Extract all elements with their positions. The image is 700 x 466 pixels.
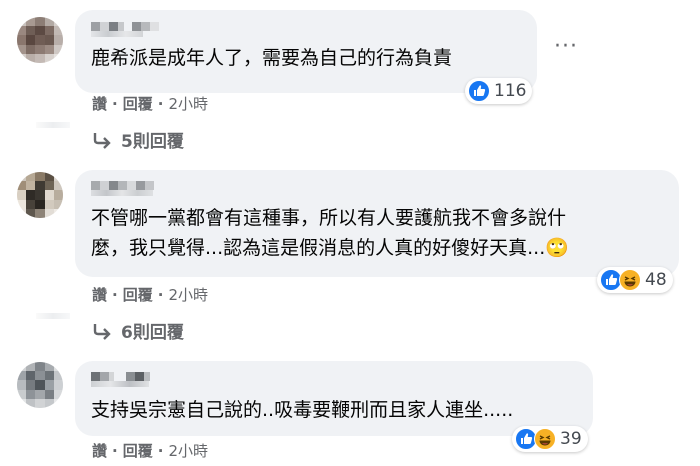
like-link[interactable]: 讚 <box>92 284 107 305</box>
reaction-summary[interactable]: 116 <box>465 78 533 104</box>
author-name-blurred-row <box>91 190 153 196</box>
author-name-blurred-row <box>91 31 143 37</box>
reaction-summary[interactable]: 39 <box>512 426 588 452</box>
reaction-count: 39 <box>560 429 582 449</box>
comment-text: 支持吳宗憲自己說的..吸毒要鞭刑而且家人連坐..... <box>91 395 513 425</box>
comment-actions: 讚 · 回覆 · 2小時 <box>92 93 208 114</box>
like-link[interactable]: 讚 <box>92 93 107 114</box>
like-link[interactable]: 讚 <box>92 440 107 461</box>
comment-text-line: 不管哪一黨都會有這種事，所以有人要護航我不會多說什 <box>91 207 567 229</box>
replies-count-label: 6則回覆 <box>121 323 184 343</box>
separator: · <box>112 94 118 113</box>
separator: · <box>157 285 164 304</box>
reply-arrow-icon <box>93 132 111 149</box>
reply-link[interactable]: 回覆 <box>123 440 153 461</box>
timestamp[interactable]: 2小時 <box>168 284 208 305</box>
reply-link[interactable]: 回覆 <box>123 93 153 114</box>
comment-text-line: 鹿希派是成年人了，需要為自己的行為負責 <box>91 47 453 69</box>
reply-avatar-blurred <box>36 313 70 319</box>
separator: · <box>157 94 164 113</box>
replies-count-label: 5則回覆 <box>121 132 184 152</box>
reaction-count: 116 <box>494 81 527 101</box>
comment-avatar[interactable] <box>17 362 63 408</box>
more-options-icon[interactable]: ··· <box>554 34 578 59</box>
timestamp[interactable]: 2小時 <box>168 440 208 461</box>
separator: · <box>157 441 164 460</box>
comment-text: 鹿希派是成年人了，需要為自己的行為負責 <box>91 43 452 73</box>
comment-text: 不管哪一黨都會有這種事，所以有人要護航我不會多說什 麼，我只覺得...認為這是假… <box>91 203 569 263</box>
reply-avatar-blurred <box>36 122 70 128</box>
comment-text-line: 支持吳宗憲自己說的..吸毒要鞭刑而且家人連坐..... <box>91 399 514 421</box>
separator: · <box>112 285 118 304</box>
author-name-blurred-row <box>91 381 149 387</box>
haha-icon <box>619 269 641 291</box>
reaction-summary[interactable]: 48 <box>597 267 673 293</box>
timestamp[interactable]: 2小時 <box>168 93 208 114</box>
comment-actions: 讚 · 回覆 · 2小時 <box>92 284 208 305</box>
comment-avatar[interactable] <box>17 172 63 218</box>
view-replies-link[interactable]: 5則回覆 <box>91 127 184 152</box>
like-icon <box>468 80 490 102</box>
view-replies-link[interactable]: 6則回覆 <box>91 318 184 343</box>
separator: · <box>112 441 118 460</box>
comment-avatar[interactable] <box>17 17 63 63</box>
comment-actions: 讚 · 回覆 · 2小時 <box>92 440 208 461</box>
reply-link[interactable]: 回覆 <box>123 284 153 305</box>
haha-icon <box>534 428 556 450</box>
reply-arrow-icon <box>93 323 111 340</box>
comment-text-line: 麼，我只覺得...認為這是假消息的人真的好傻好天真...🙄 <box>91 237 569 259</box>
reaction-count: 48 <box>645 270 667 290</box>
